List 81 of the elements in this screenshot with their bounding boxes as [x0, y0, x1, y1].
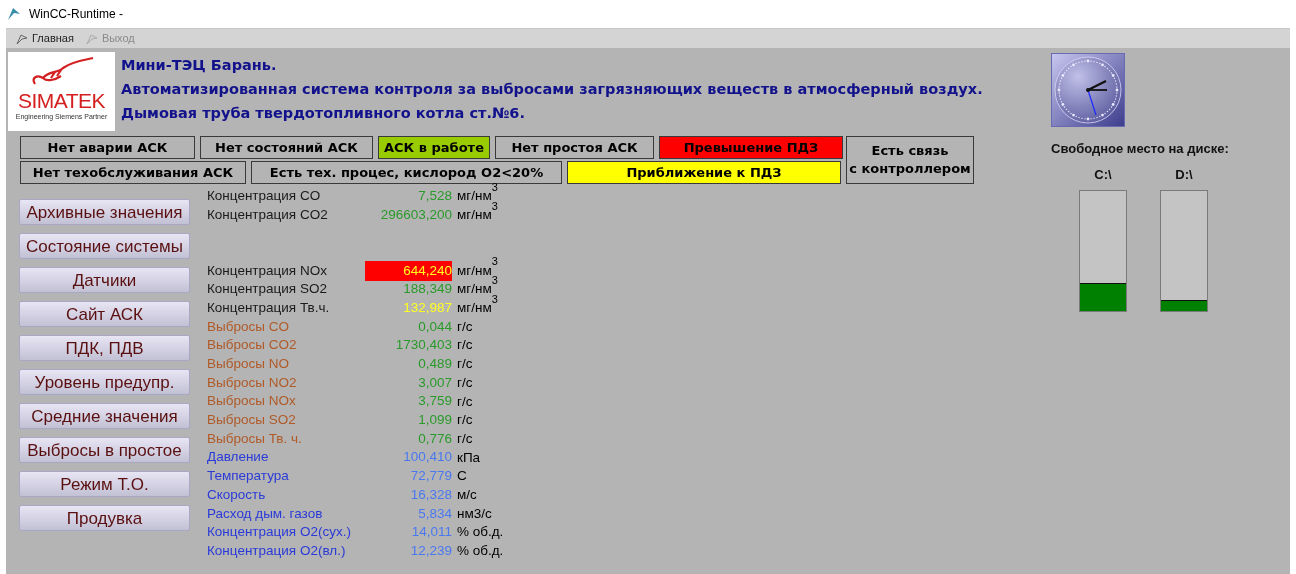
measurement-value: 14,011 — [410, 523, 452, 542]
toolbar-button[interactable]: Главная — [16, 30, 74, 47]
measurement-unit: С — [457, 467, 467, 486]
measurement-value: 1730,403 — [394, 336, 452, 355]
nav-button[interactable]: Продувка — [19, 505, 190, 531]
nav-button[interactable]: Датчики — [19, 267, 190, 293]
measurement-label: Концентрация NOx — [207, 261, 328, 280]
measurement-unit: % об.д. — [457, 542, 504, 561]
measurement-label: Выбросы Тв. ч. — [207, 429, 303, 448]
measurement-unit: м/с — [457, 485, 477, 504]
nav-button[interactable]: Средние значения — [19, 403, 190, 429]
measurement-value: 296603,200 — [379, 205, 452, 224]
nav-button[interactable]: Режим Т.О. — [19, 471, 190, 497]
nav-button[interactable]: Состояние системы — [19, 233, 190, 259]
measurement-label: Выбросы CO — [207, 317, 290, 336]
measurement-unit: % об.д. — [457, 523, 504, 542]
app-icon — [7, 7, 21, 21]
connection-indicator: Есть связь с контроллером — [846, 136, 974, 184]
measurement-label: Концентрация О2(сух.) — [207, 523, 352, 542]
measurement-label: Концентрация Тв.ч. — [207, 298, 331, 317]
measurement-label: Выбросы SO2 — [207, 411, 297, 430]
nav-button[interactable]: Выбросы в простое — [19, 437, 190, 463]
measurement-label: Концентрация CO — [207, 187, 322, 206]
drive-label: D:\ — [1175, 165, 1193, 184]
measurement-value: 1,099 — [417, 411, 452, 430]
measurement-label: Скорость — [207, 485, 267, 504]
status-indicator: АСК в работе — [378, 136, 490, 159]
measurement-label: Выбросы NO — [207, 355, 290, 374]
nav-button[interactable]: Архивные значения — [19, 199, 190, 225]
measurement-label: Давление — [207, 448, 270, 467]
clock-icon — [1051, 53, 1125, 127]
measurement-value: 188,349 — [402, 280, 452, 299]
status-indicator: Нет состояний АСК — [200, 136, 373, 159]
measurement-value: 16,328 — [409, 485, 452, 504]
status-indicator: Нет простоя АСК — [495, 136, 654, 159]
measurement-unit: г/с — [457, 373, 473, 392]
window-title: WinCC-Runtime - — [29, 6, 123, 23]
measurement-label: Концентрация О2(вл.) — [207, 541, 347, 560]
measurement-value: 0,776 — [417, 429, 452, 448]
measurement-unit: г/с — [457, 392, 473, 411]
measurement-unit: нм3/с — [457, 504, 492, 523]
measurement-label: Выбросы CO2 — [207, 336, 298, 355]
measurement-unit: г/с — [457, 429, 473, 448]
drive-label: C:\ — [1094, 165, 1112, 184]
status-indicator: Нет аварии АСК — [20, 136, 195, 159]
measurement-value: 0,489 — [417, 355, 452, 374]
nav-button[interactable]: Сайт АСК — [19, 301, 190, 327]
disk-space-title: Свободное место на диске: — [1051, 140, 1229, 158]
measurement-label: Температура — [207, 467, 290, 486]
measurement-value: 5,834 — [417, 504, 452, 523]
nav-button[interactable]: Уровень предупр. — [19, 369, 190, 395]
status-indicator: Превышение ПДЗ — [659, 136, 843, 159]
measurement-value: 0,044 — [417, 317, 452, 336]
status-indicator: Приближение к ПДЗ — [567, 161, 841, 184]
header-title: Мини-ТЭЦ Барань. — [121, 56, 278, 75]
measurement-value: 132,987 — [402, 298, 452, 317]
measurement-value: 12,239 — [409, 541, 452, 560]
measurement-value: 3,759 — [417, 392, 452, 411]
measurement-label: Расход дым. газов — [207, 504, 324, 523]
measurement-label: Концентрация SO2 — [207, 280, 328, 299]
measurement-value: 100,410 — [402, 448, 452, 467]
logo-name: SIMATEK — [18, 90, 105, 112]
header-title: Автоматизированная система контроля за выбросами загрязняющих веществ в атмосферный воздух. — [121, 80, 983, 99]
header-title: Дымовая труба твердотопливного котла ст.№6. — [121, 104, 526, 123]
measurement-unit: г/с — [457, 336, 473, 355]
measurement-value: 3,007 — [417, 373, 452, 392]
measurement-value: 644,240 — [365, 260, 452, 281]
feather-icon — [16, 32, 28, 45]
measurement-unit: г/с — [457, 411, 473, 430]
measurement-value: 7,528 — [417, 187, 452, 206]
measurement-unit: кПа — [457, 448, 481, 467]
feather-icon — [85, 32, 98, 45]
status-indicator: Есть тех. процес, кислород О2<20% — [251, 161, 562, 184]
measurement-label: Выбросы NO2 — [207, 373, 298, 392]
nav-button[interactable]: ПДК, ПДВ — [19, 335, 190, 361]
measurement-label: Выбросы NOx — [207, 392, 297, 411]
measurement-label: Концентрация CO2 — [207, 205, 329, 224]
measurement-value: 72,779 — [409, 467, 452, 486]
measurement-unit: г/с — [457, 355, 473, 374]
measurement-unit: г/с — [457, 317, 473, 336]
status-indicator: Нет техобслуживания АСК — [20, 161, 246, 184]
